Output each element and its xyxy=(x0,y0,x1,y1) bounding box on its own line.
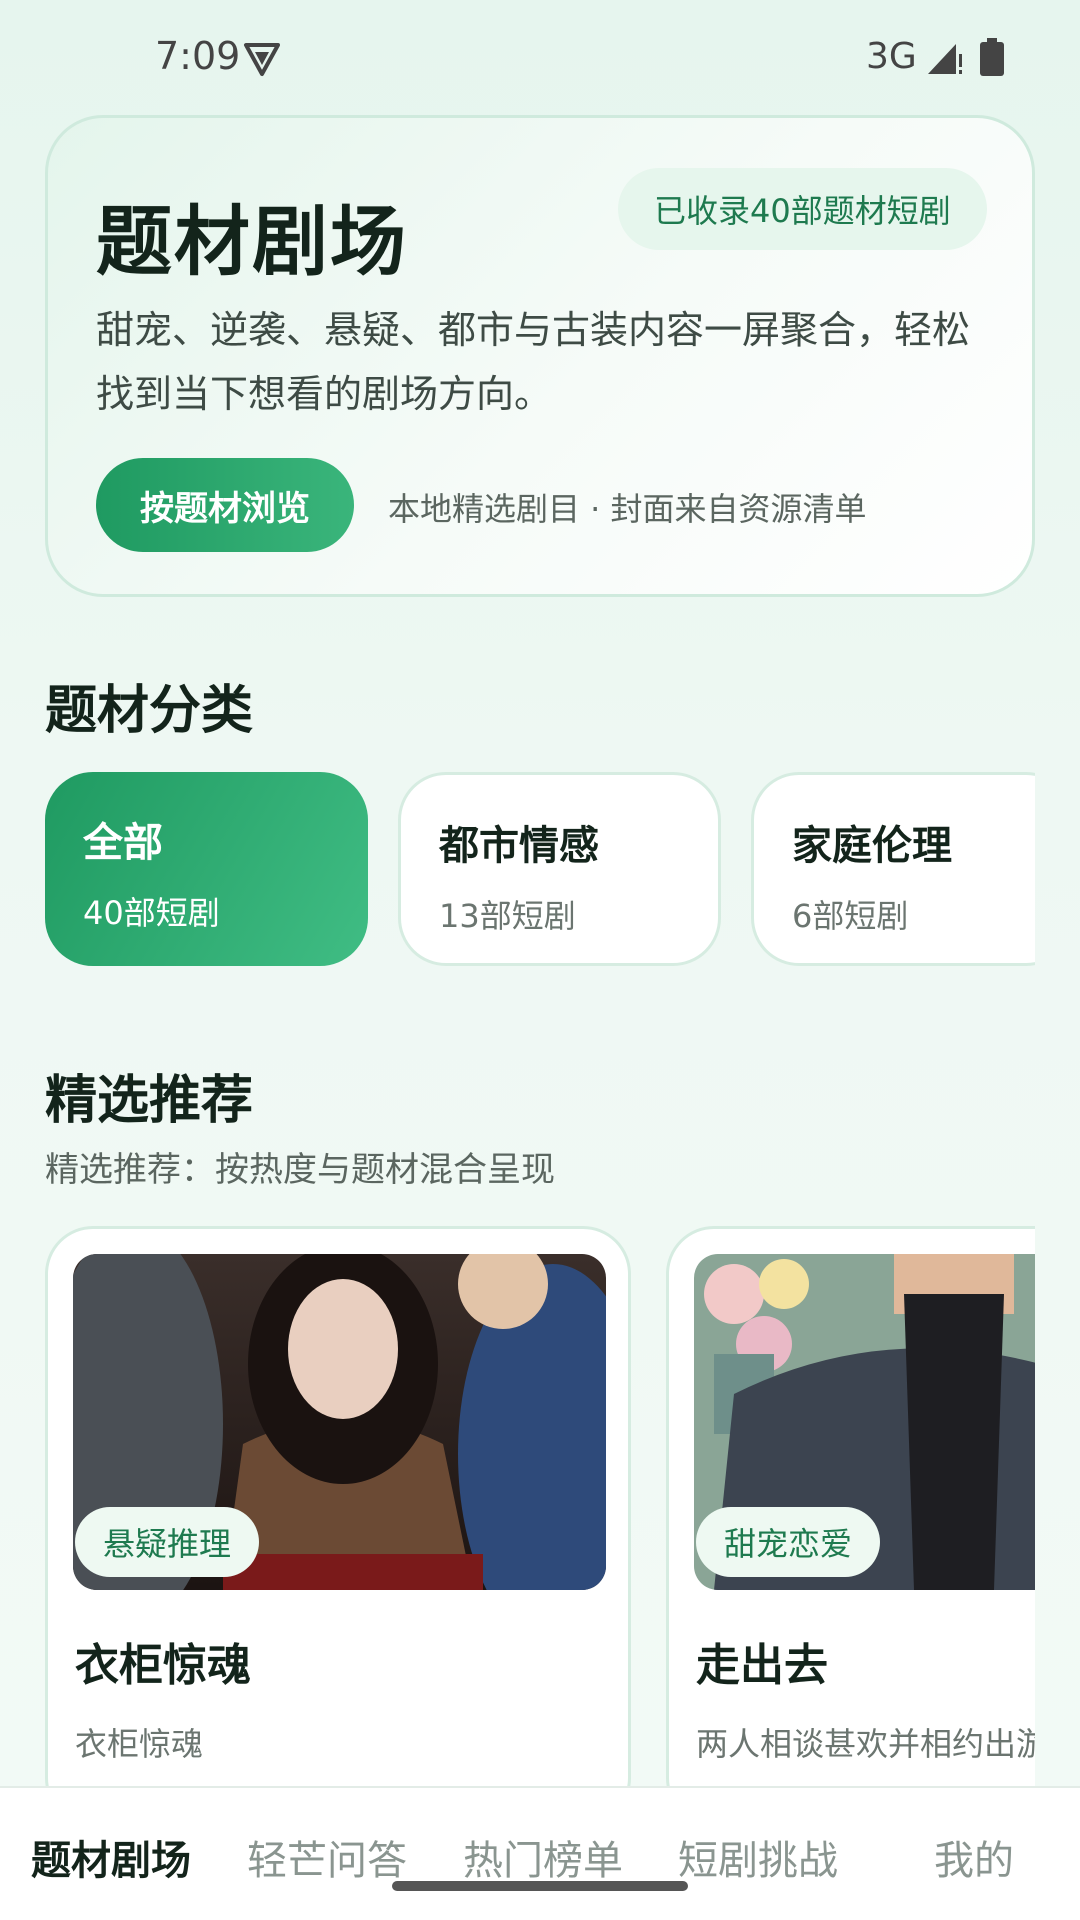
category-name: 家庭伦理 xyxy=(792,823,952,869)
nav-tab-challenge[interactable]: 短剧挑战 xyxy=(678,1828,838,1886)
drama-card[interactable]: 悬疑推理 衣柜惊魂 衣柜惊魂 xyxy=(45,1226,631,1786)
hero-description: 甜宠、逆袭、悬疑、都市与古装内容一屏聚合，轻松找到当下想看的剧场方向。 xyxy=(96,308,971,416)
browse-by-genre-button[interactable]: 按题材浏览 xyxy=(96,458,354,552)
status-time: 7:09 xyxy=(155,34,241,78)
bottom-nav: 题材剧场 轻芒问答 热门榜单 短剧挑战 我的 xyxy=(0,1786,1080,1920)
drama-title: 衣柜惊魂 xyxy=(75,1640,251,1691)
category-card-all[interactable]: 全部 40部短剧 xyxy=(45,772,368,966)
drama-description: 衣柜惊魂 xyxy=(75,1725,204,1763)
nav-tab-genre-theater[interactable]: 题材剧场 xyxy=(31,1828,191,1886)
nav-tab-profile[interactable]: 我的 xyxy=(934,1828,1014,1886)
recommend-subtitle: 精选推荐：按热度与题材混合呈现 xyxy=(45,1150,555,1190)
drama-title: 走出去 xyxy=(696,1640,828,1691)
category-count: 6部短剧 xyxy=(792,897,909,935)
category-card-urban[interactable]: 都市情感 13部短剧 xyxy=(398,772,721,966)
drama-description: 两人相谈甚欢并相约出游 xyxy=(696,1725,1035,1763)
hero-title: 题材剧场 xyxy=(96,197,408,286)
category-card-family[interactable]: 家庭伦理 6部短剧 xyxy=(751,772,1035,966)
collection-count-badge: 已收录40部题材短剧 xyxy=(618,168,987,250)
nav-tab-qa[interactable]: 轻芒问答 xyxy=(247,1828,407,1886)
drama-genre-tag: 甜宠恋爱 xyxy=(696,1507,881,1577)
nav-tab-rankings[interactable]: 热门榜单 xyxy=(463,1828,623,1886)
recommend-title: 精选推荐 xyxy=(45,1071,254,1131)
category-name: 都市情感 xyxy=(439,823,599,869)
battery-icon xyxy=(980,38,1004,76)
home-indicator[interactable] xyxy=(392,1881,688,1891)
signal-icon xyxy=(928,44,962,74)
category-count: 13部短剧 xyxy=(439,897,576,935)
recommend-list: 悬疑推理 衣柜惊魂 衣柜惊魂 甜宠恋爱 走出去 两人相谈甚欢并相约出游 xyxy=(45,1226,1035,1786)
vpn-shield-icon xyxy=(244,43,280,76)
network-type: 3G xyxy=(866,36,917,77)
drama-genre-tag: 悬疑推理 xyxy=(75,1507,260,1577)
status-bar: 7:09 3G xyxy=(0,0,1080,110)
category-list: 全部 40部短剧 都市情感 13部短剧 家庭伦理 6部短剧 xyxy=(45,772,1035,966)
hero-card: 题材剧场 已收录40部题材短剧 甜宠、逆袭、悬疑、都市与古装内容一屏聚合，轻松找… xyxy=(45,115,1035,597)
drama-card[interactable]: 甜宠恋爱 走出去 两人相谈甚欢并相约出游 xyxy=(666,1226,1035,1786)
hero-note: 本地精选剧目 · 封面来自资源清单 xyxy=(388,490,867,528)
category-name: 全部 xyxy=(83,820,163,866)
category-count: 40部短剧 xyxy=(83,894,220,932)
categories-title: 题材分类 xyxy=(45,681,254,741)
